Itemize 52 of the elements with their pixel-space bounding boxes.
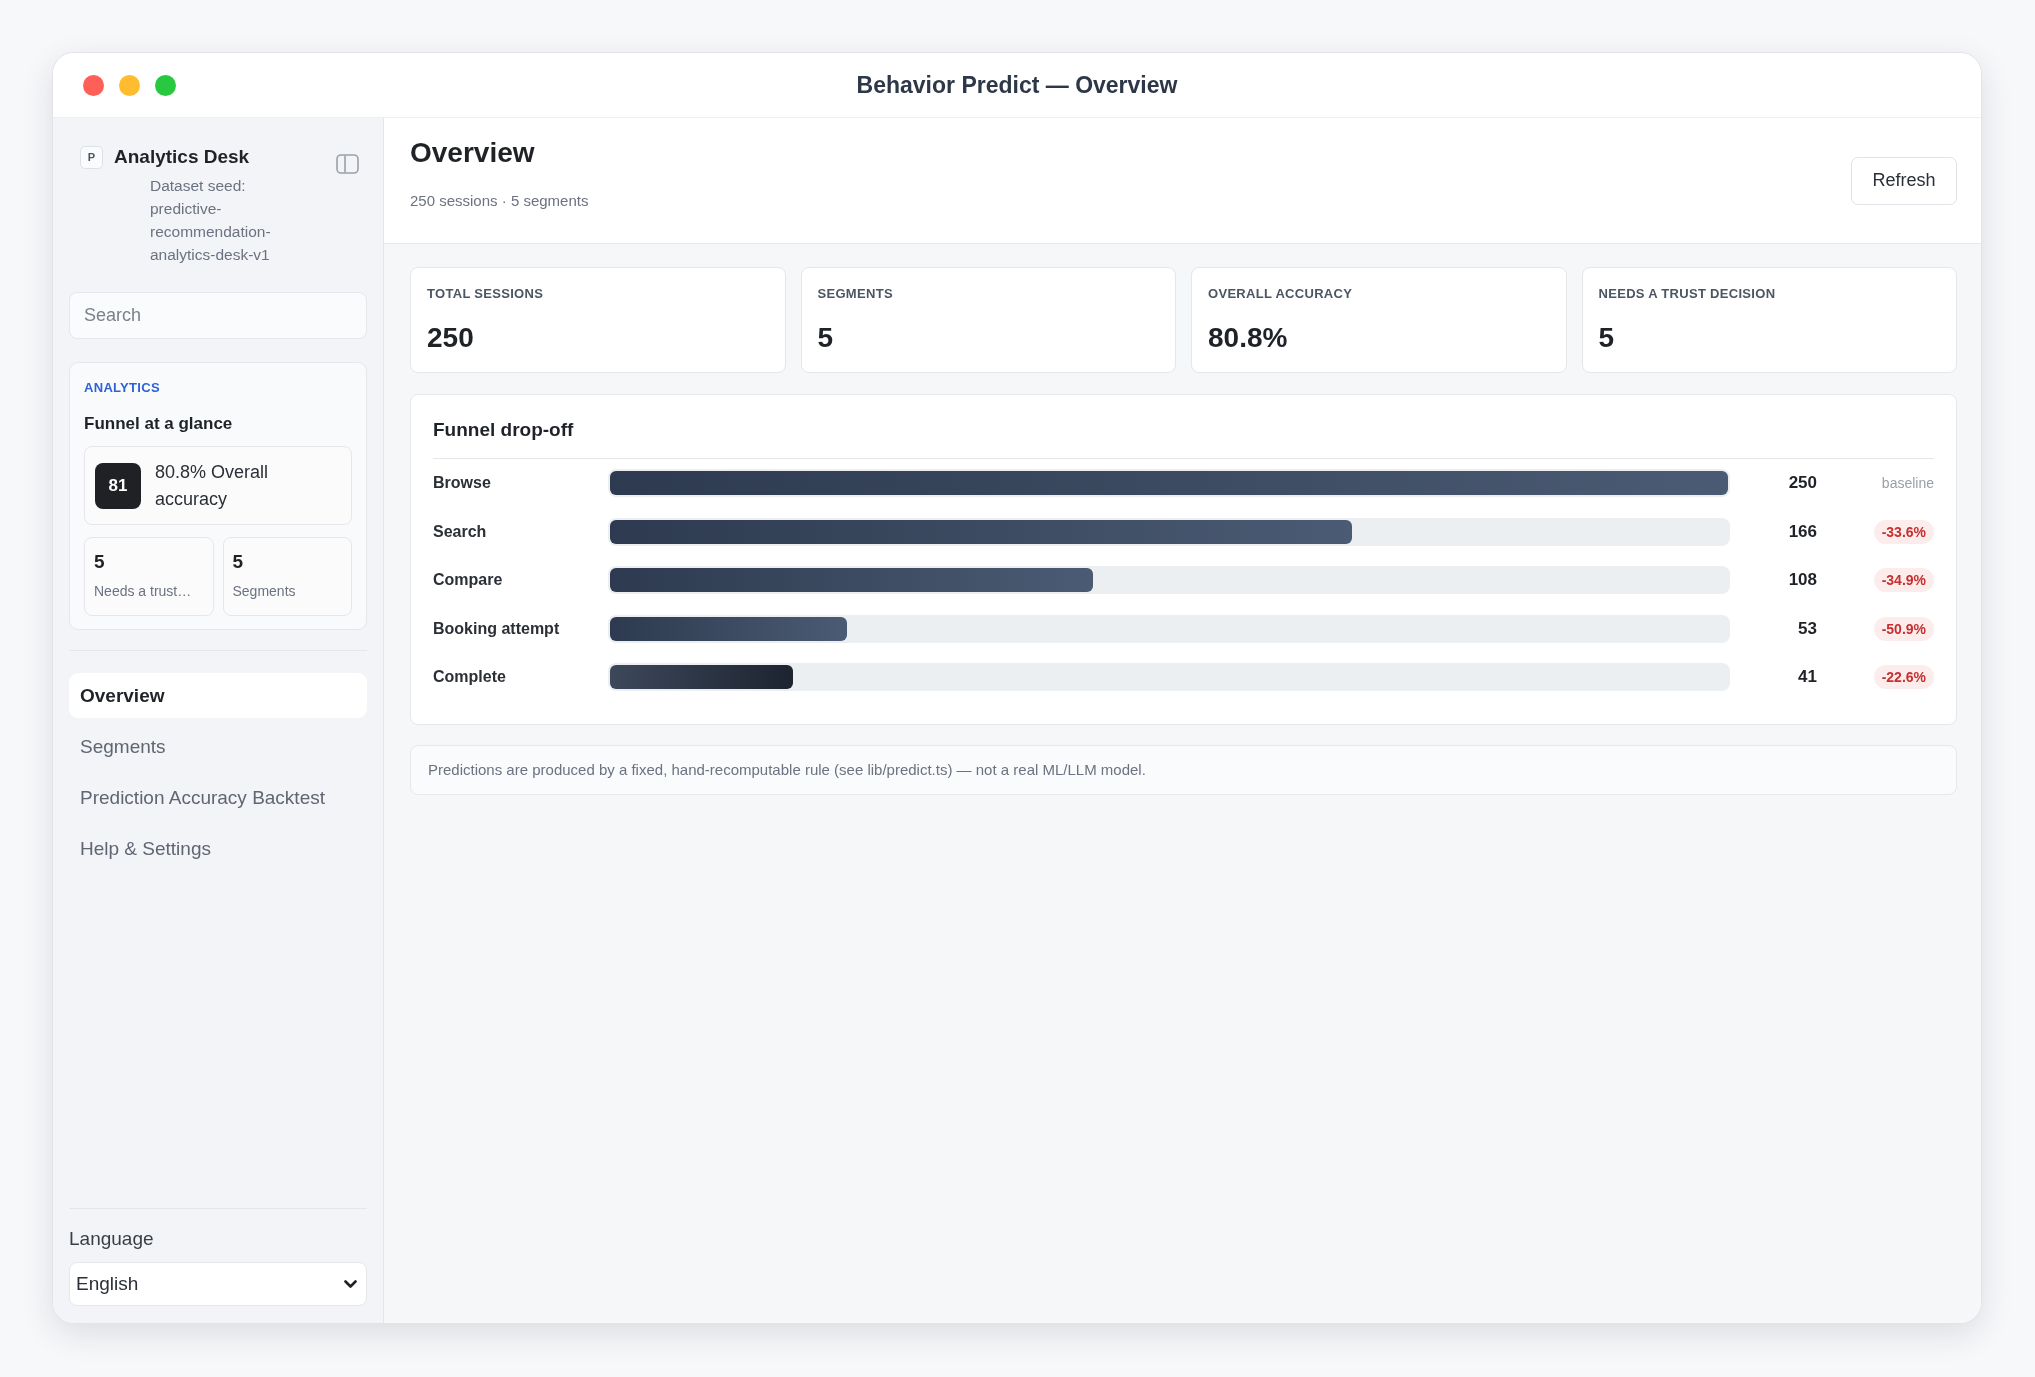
score-badge: 81 (95, 462, 141, 509)
drop-badge: -22.6% (1873, 665, 1934, 690)
language-select[interactable]: English (69, 1262, 367, 1306)
dataset-seed-text: Dataset seed: predictive-recommendation-analytics-desk-v1 (150, 176, 272, 265)
card-eyebrow: ANALYTICS (84, 380, 160, 396)
step-count: 108 (1788, 570, 1817, 591)
sidebar-toggle-icon[interactable] (336, 154, 359, 174)
stat-label: NEEDS A TRUST DECISION (1598, 286, 1776, 302)
stat-label: TOTAL SESSIONS (427, 286, 544, 302)
nav-item[interactable]: Prediction Accuracy Backtest (69, 775, 367, 820)
card-title: Funnel drop-off (433, 418, 574, 442)
drop-badge: -50.9% (1873, 616, 1934, 641)
step-label: Complete (433, 668, 506, 687)
nav-item[interactable]: Help & Settings (69, 826, 367, 871)
chevron-down-icon (344, 1279, 357, 1289)
step-count: 41 (1798, 667, 1817, 688)
language-label: Language (69, 1227, 155, 1251)
drop-badge: -34.9% (1873, 568, 1934, 593)
search-field[interactable]: Search (69, 292, 367, 339)
step-count: 250 (1788, 473, 1817, 494)
accuracy-text: 80.8% Overall accuracy (155, 460, 270, 511)
stat-label: SEGMENTS (817, 286, 893, 302)
mini-stat-label: Segments (232, 582, 296, 600)
card-title: Funnel at a glance (84, 413, 233, 435)
mini-stat-label: Needs a trust… (94, 582, 192, 600)
stat-value: 5 (1598, 321, 1615, 355)
baseline-text: baseline (1881, 475, 1934, 492)
brand-name: Analytics Desk (114, 146, 250, 168)
mini-stat-value: 5 (94, 550, 105, 574)
page-title: Overview (410, 136, 536, 170)
brand-logo: P (80, 145, 103, 169)
nav-item[interactable]: Overview (69, 673, 367, 718)
step-count: 53 (1798, 618, 1817, 639)
step-count: 166 (1788, 521, 1817, 542)
note-text: Predictions are produced by a fixed, hand-recomputable rule (see lib/predict.ts) — not a real ML/LLM model. (428, 761, 1146, 778)
zoom-window-icon[interactable] (155, 74, 176, 96)
step-label: Browse (433, 474, 491, 493)
drop-badge: -33.6% (1873, 519, 1934, 544)
step-label: Compare (433, 571, 503, 590)
refresh-button[interactable]: Refresh (1851, 156, 1957, 205)
stat-value: 80.8% (1208, 321, 1288, 355)
close-window-icon[interactable] (83, 74, 104, 96)
stat-value: 5 (817, 321, 834, 355)
page-subtitle: 250 sessions · 5 segments (410, 191, 589, 211)
window-title: Behavior Predict — Overview (856, 71, 1178, 99)
step-label: Search (433, 522, 487, 541)
stat-label: OVERALL ACCURACY (1208, 286, 1353, 302)
step-label: Booking attempt (433, 619, 560, 638)
stat-value: 250 (427, 321, 474, 355)
minimize-window-icon[interactable] (119, 74, 140, 96)
nav-item[interactable]: Segments (69, 724, 367, 769)
mini-stat-value: 5 (232, 550, 244, 574)
